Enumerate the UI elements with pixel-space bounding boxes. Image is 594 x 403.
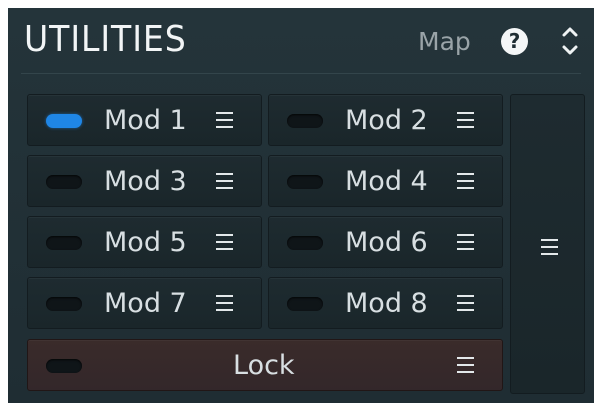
mod-4-menu-icon[interactable]: [457, 173, 474, 190]
help-icon[interactable]: ?: [501, 28, 528, 55]
mod-6-button[interactable]: Mod 6: [268, 216, 503, 268]
mod-5-button[interactable]: Mod 5: [27, 216, 262, 268]
mod-5-led: [46, 236, 82, 250]
mod-4-label: Mod 4: [345, 166, 428, 197]
side-menu-button[interactable]: [510, 94, 585, 394]
mod-4-button[interactable]: Mod 4: [268, 155, 503, 207]
mod-4-led: [287, 175, 323, 189]
mod-6-led: [287, 236, 323, 250]
mod-8-led: [287, 297, 323, 311]
mod-6-label: Mod 6: [345, 227, 428, 258]
mod-7-menu-icon[interactable]: [216, 295, 233, 312]
mod-5-label: Mod 5: [104, 227, 187, 258]
mod-1-button[interactable]: Mod 1: [27, 94, 262, 146]
header-divider: [21, 73, 581, 74]
mod-1-label: Mod 1: [104, 105, 187, 136]
mod-7-led: [46, 297, 82, 311]
mod-1-menu-icon[interactable]: [216, 112, 233, 129]
mod-2-label: Mod 2: [345, 105, 428, 136]
mod-1-led: [46, 114, 82, 128]
expand-collapse-icon[interactable]: [557, 22, 583, 60]
mod-8-menu-icon[interactable]: [457, 295, 474, 312]
lock-menu-icon[interactable]: [457, 357, 474, 374]
mod-8-label: Mod 8: [345, 288, 428, 319]
mod-7-button[interactable]: Mod 7: [27, 277, 262, 329]
mod-3-menu-icon[interactable]: [216, 173, 233, 190]
mod-3-button[interactable]: Mod 3: [27, 155, 262, 207]
panel-header: UTILITIES Map ?: [8, 8, 594, 73]
mod-6-menu-icon[interactable]: [457, 234, 474, 251]
utilities-panel: UTILITIES Map ? Mod 1 Mod 2 Mod 3 Mod 4: [8, 8, 594, 403]
lock-label: Lock: [233, 350, 295, 381]
mod-7-label: Mod 7: [104, 288, 187, 319]
mod-5-menu-icon[interactable]: [216, 234, 233, 251]
panel-title: UTILITIES: [24, 19, 187, 60]
mod-2-led: [287, 114, 323, 128]
mod-2-menu-icon[interactable]: [457, 112, 474, 129]
lock-button[interactable]: Lock: [27, 339, 503, 391]
mod-2-button[interactable]: Mod 2: [268, 94, 503, 146]
side-menu-icon[interactable]: [541, 239, 558, 256]
mod-8-button[interactable]: Mod 8: [268, 277, 503, 329]
mod-3-label: Mod 3: [104, 166, 187, 197]
lock-led: [46, 359, 82, 373]
map-button[interactable]: Map: [418, 27, 471, 56]
mod-3-led: [46, 175, 82, 189]
